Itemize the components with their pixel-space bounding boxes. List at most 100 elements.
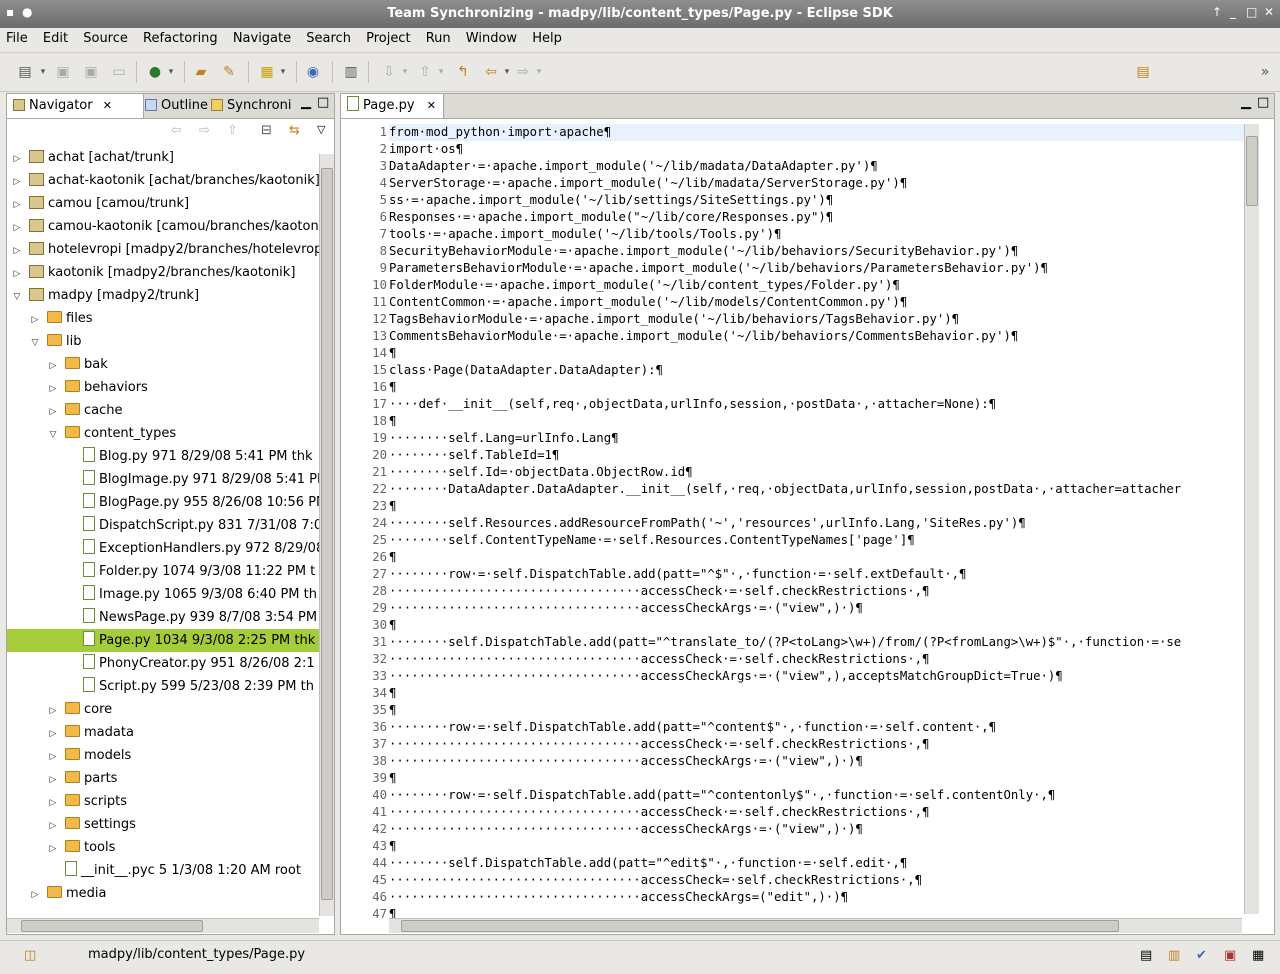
status-icon-5[interactable]: ▦	[1252, 948, 1264, 963]
forward-dropdown-icon[interactable]: ▾	[530, 63, 548, 81]
collapsed-arrow-icon[interactable]: ▷	[47, 815, 59, 838]
close-editor-icon[interactable]: ✕	[427, 99, 436, 112]
close-icon[interactable]: ✕	[1264, 5, 1274, 19]
editor-maximize-icon[interactable]: □	[1257, 95, 1269, 110]
tree-item[interactable]: NewsPage.py 939 8/7/08 3:54 PM	[7, 606, 325, 629]
collapsed-arrow-icon[interactable]: ▷	[47, 401, 59, 424]
expanded-arrow-icon[interactable]: ▽	[29, 332, 41, 355]
menu-help[interactable]: Help	[526, 28, 567, 46]
close-tab-icon[interactable]: ✕	[103, 99, 112, 112]
open-type-icon[interactable]: ✎	[220, 63, 238, 81]
fast-view-icon[interactable]: ◫	[24, 948, 36, 963]
shade-icon[interactable]: ↑	[1212, 5, 1222, 19]
annotation-icon[interactable]: ▥	[342, 63, 360, 81]
tree-item[interactable]: ▷ hotelevropi [madpy2/branches/hotelevrop…	[7, 238, 325, 261]
collapsed-arrow-icon[interactable]: ▷	[11, 148, 23, 171]
maximize-icon[interactable]: □	[1246, 5, 1257, 19]
tab-outline[interactable]: Outline	[139, 94, 209, 118]
tree-item[interactable]: Blog.py 971 8/29/08 5:41 PM thk	[7, 445, 325, 468]
tree-item[interactable]: ▷ camou [camou/trunk]	[7, 192, 325, 215]
tree-item[interactable]: ExceptionHandlers.py 972 8/29/08	[7, 537, 325, 560]
navigator-hscroll[interactable]	[7, 918, 319, 933]
new-icon[interactable]: ▤	[16, 63, 34, 81]
tab-page-py[interactable]: Page.py ✕	[341, 94, 444, 118]
tree-item[interactable]: ▷ files	[7, 307, 325, 330]
collapsed-arrow-icon[interactable]: ▷	[47, 378, 59, 401]
maximize-view-icon[interactable]: □	[317, 95, 329, 110]
save-icon[interactable]: ▣	[54, 63, 72, 81]
editor-hscroll-thumb[interactable]	[401, 920, 1119, 932]
new-dropdown-icon[interactable]: ▾	[34, 63, 52, 81]
tree-item[interactable]: ▷ tools	[7, 836, 325, 859]
open-folder-icon[interactable]: ▰	[192, 63, 210, 81]
tree-item[interactable]: ▷ camou-kaotonik [camou/branches/kaotonik…	[7, 215, 325, 238]
status-icon-1[interactable]: ▤	[1140, 948, 1152, 963]
tree-item[interactable]: DispatchScript.py 831 7/31/08 7:0	[7, 514, 325, 537]
search-dropdown-icon[interactable]: ▾	[274, 63, 292, 81]
navigator-vscroll[interactable]	[319, 154, 334, 916]
menu-project[interactable]: Project	[360, 28, 415, 46]
editor-vscroll[interactable]	[1244, 124, 1259, 914]
tab-synchroni[interactable]: Synchroni	[205, 94, 303, 118]
collapsed-arrow-icon[interactable]: ▷	[47, 746, 59, 769]
collapse-all-icon[interactable]: ⊟	[261, 123, 272, 138]
tree-item[interactable]: Image.py 1065 9/3/08 6:40 PM th	[7, 583, 325, 606]
menu-run[interactable]: Run	[420, 28, 456, 46]
menu-window[interactable]: Window	[460, 28, 522, 46]
expanded-arrow-icon[interactable]: ▽	[47, 424, 59, 447]
status-icon-4[interactable]: ▣	[1224, 948, 1236, 963]
up-nav-icon[interactable]: ⇧	[227, 123, 238, 138]
expanded-arrow-icon[interactable]: ▽	[11, 286, 23, 309]
tree-item[interactable]: ▷ models	[7, 744, 325, 767]
tree-item[interactable]: BlogPage.py 955 8/26/08 10:56 PM	[7, 491, 325, 514]
tree-item[interactable]: ▷ achat [achat/trunk]	[7, 146, 325, 169]
tab-navigator[interactable]: Navigator ✕	[7, 94, 144, 118]
collapsed-arrow-icon[interactable]: ▷	[11, 194, 23, 217]
tree-item[interactable]: ▷ parts	[7, 767, 325, 790]
last-edit-icon[interactable]: ↰	[454, 63, 472, 81]
collapsed-arrow-icon[interactable]: ▷	[47, 700, 59, 723]
menu-refactoring[interactable]: Refactoring	[137, 28, 223, 46]
collapsed-arrow-icon[interactable]: ▷	[29, 309, 41, 332]
tree-item[interactable]: Page.py 1034 9/3/08 2:25 PM thk	[7, 629, 325, 652]
code-editor[interactable]: 1 2 3 4 5 6 7 8 9 10 11 12 13 14 15 16 17 18 19 20 21 22 23 24 2…	[341, 118, 1274, 934]
tree-item[interactable]: ▷ settings	[7, 813, 325, 836]
menu-source[interactable]: Source	[77, 28, 133, 46]
collapsed-arrow-icon[interactable]: ▷	[47, 838, 59, 861]
view-menu-icon[interactable]: ▽	[317, 123, 325, 136]
code-text[interactable]: from·mod_python·import·apache¶ import·os¶…	[389, 124, 1256, 923]
collapsed-arrow-icon[interactable]: ▷	[47, 792, 59, 815]
tree-item[interactable]: BlogImage.py 971 8/29/08 5:41 PM	[7, 468, 325, 491]
tree-item[interactable]: ▷ bak	[7, 353, 325, 376]
tree-item[interactable]: ▷ scripts	[7, 790, 325, 813]
collapsed-arrow-icon[interactable]: ▷	[47, 723, 59, 746]
tree-item[interactable]: ▷ cache	[7, 399, 325, 422]
menu-edit[interactable]: Edit	[37, 28, 73, 46]
editor-hscroll[interactable]	[389, 918, 1242, 933]
prev-annotation-dropdown-icon[interactable]: ▾	[432, 63, 450, 81]
tree-item[interactable]: ▽ madpy [madpy2/trunk]	[7, 284, 325, 307]
save-all-icon[interactable]: ▣	[82, 63, 100, 81]
navigator-vscroll-thumb[interactable]	[321, 168, 333, 900]
tree-item[interactable]: ▷ core	[7, 698, 325, 721]
menu-navigate[interactable]: Navigate	[227, 28, 296, 46]
collapsed-arrow-icon[interactable]: ▷	[47, 769, 59, 792]
forward-nav-icon[interactable]: ⇨	[199, 123, 210, 138]
collapsed-arrow-icon[interactable]: ▷	[11, 171, 23, 194]
minimize-icon[interactable]: _	[1230, 5, 1236, 19]
tree-item[interactable]: ▷ achat-kaotonik [achat/branches/kaotonik…	[7, 169, 325, 192]
editor-minimize-icon[interactable]: ▁	[1241, 95, 1251, 110]
collapsed-arrow-icon[interactable]: ▷	[29, 884, 41, 907]
tree-item[interactable]: Script.py 599 5/23/08 2:39 PM th	[7, 675, 325, 698]
tree-item[interactable]: __init__.pyc 5 1/3/08 1:20 AM root	[7, 859, 325, 882]
status-icon-2[interactable]: ▥	[1168, 948, 1180, 963]
globe-icon[interactable]: ◉	[304, 63, 322, 81]
navigator-hscroll-thumb[interactable]	[21, 920, 203, 932]
chevron-right-icon[interactable]: »	[1256, 63, 1274, 81]
menu-file[interactable]: File	[0, 28, 33, 46]
tree-item[interactable]: ▽ content_types	[7, 422, 325, 445]
tree-item[interactable]: ▷ media	[7, 882, 325, 905]
open-perspective-icon[interactable]: ▤	[1134, 63, 1152, 81]
tree-item[interactable]: ▷ behaviors	[7, 376, 325, 399]
collapsed-arrow-icon[interactable]: ▷	[11, 263, 23, 286]
